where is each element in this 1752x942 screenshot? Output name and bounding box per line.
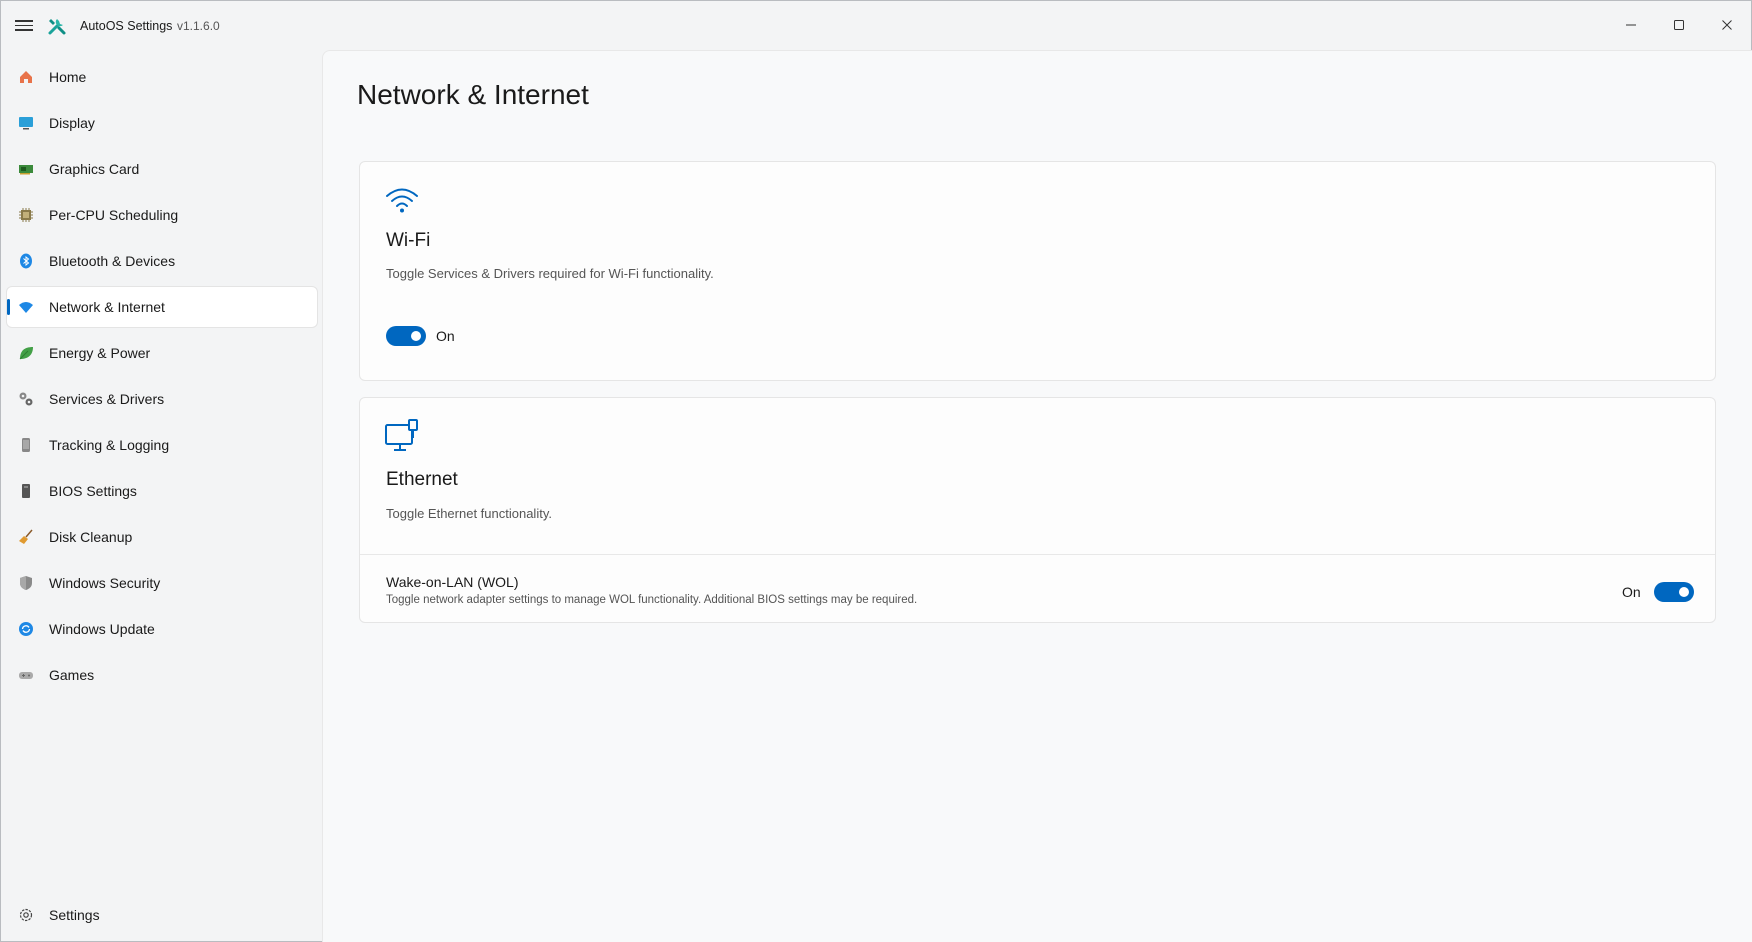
update-icon <box>19 622 33 636</box>
sidebar-item-services-drivers[interactable]: Services & Drivers <box>7 379 317 419</box>
graphics-card-icon <box>19 165 33 175</box>
sidebar-item-label: Disk Cleanup <box>49 529 133 545</box>
divider <box>360 554 1715 555</box>
app-logo-icon <box>48 19 66 35</box>
sidebar-item-label: Graphics Card <box>49 161 140 177</box>
sidebar-item-label: Windows Update <box>49 621 155 637</box>
page-title: Network & Internet <box>357 79 589 110</box>
app-title: AutoOS Settings <box>80 19 173 33</box>
bios-icon <box>22 484 30 498</box>
sidebar-item-settings[interactable]: Settings <box>7 895 317 935</box>
wifi-toggle[interactable] <box>386 326 426 346</box>
hamburger-menu-icon[interactable] <box>15 17 33 35</box>
wifi-icon <box>386 188 418 213</box>
sidebar-item-per-cpu-scheduling[interactable]: Per-CPU Scheduling <box>7 195 317 235</box>
shield-icon <box>20 576 32 590</box>
sidebar: Home Display Graphics Card Per-CPU Sched… <box>1 51 321 942</box>
ethernet-card: Ethernet Toggle Ethernet functionality. … <box>359 397 1716 623</box>
sidebar-item-label: Per-CPU Scheduling <box>49 207 179 223</box>
ethernet-icon <box>385 419 418 451</box>
sidebar-item-label: BIOS Settings <box>49 483 137 499</box>
close-button[interactable] <box>1703 1 1751 49</box>
sidebar-item-label: Energy & Power <box>49 345 151 361</box>
ethernet-description: Toggle Ethernet functionality. <box>386 506 552 521</box>
wol-title: Wake-on-LAN (WOL) <box>386 574 519 590</box>
sidebar-item-home[interactable]: Home <box>7 57 317 97</box>
minimize-button[interactable] <box>1607 1 1655 49</box>
app-version: v1.1.6.0 <box>177 19 220 33</box>
sidebar-item-disk-cleanup[interactable]: Disk Cleanup <box>7 517 317 557</box>
wifi-title: Wi-Fi <box>386 230 431 251</box>
sidebar-item-bios-settings[interactable]: BIOS Settings <box>7 471 317 511</box>
close-icon <box>1722 20 1732 30</box>
wifi-card: Wi-Fi Toggle Services & Drivers required… <box>359 161 1716 381</box>
wifi-description: Toggle Services & Drivers required for W… <box>386 266 714 281</box>
maximize-icon <box>1674 20 1684 30</box>
tracking-icon <box>22 438 30 452</box>
wol-toggle[interactable] <box>1654 582 1694 602</box>
wifi-toggle-state: On <box>436 328 455 344</box>
app-window: AutoOS Settings v1.1.6.0 Home Display Gr… <box>0 0 1752 942</box>
sidebar-item-windows-update[interactable]: Windows Update <box>7 609 317 649</box>
sidebar-item-label: Settings <box>49 907 100 923</box>
minimize-icon <box>1626 24 1636 26</box>
title-bar: AutoOS Settings v1.1.6.0 <box>1 1 1751 51</box>
bluetooth-icon <box>20 253 32 269</box>
sidebar-item-graphics-card[interactable]: Graphics Card <box>7 149 317 189</box>
gears-icon <box>19 392 33 406</box>
leaf-icon <box>19 347 33 360</box>
main-content: Network & Internet Wi-Fi Toggle Services… <box>322 50 1752 942</box>
sidebar-item-display[interactable]: Display <box>7 103 317 143</box>
maximize-button[interactable] <box>1655 1 1703 49</box>
wol-description: Toggle network adapter settings to manag… <box>386 594 918 606</box>
sidebar-item-label: Windows Security <box>49 575 161 591</box>
sidebar-item-label: Home <box>49 69 87 85</box>
broom-icon <box>19 529 33 544</box>
wifi-icon <box>19 302 33 313</box>
sidebar-item-energy-power[interactable]: Energy & Power <box>7 333 317 373</box>
sidebar-item-label: Bluetooth & Devices <box>49 253 176 269</box>
home-icon <box>20 71 32 83</box>
sidebar-item-network-internet[interactable]: Network & Internet <box>7 287 317 327</box>
sidebar-item-tracking-logging[interactable]: Tracking & Logging <box>7 425 317 465</box>
toggle-knob <box>1679 587 1689 597</box>
sidebar-item-bluetooth-devices[interactable]: Bluetooth & Devices <box>7 241 317 281</box>
sidebar-item-label: Services & Drivers <box>49 391 165 407</box>
sidebar-item-label: Tracking & Logging <box>49 437 170 453</box>
toggle-knob <box>411 331 421 341</box>
sidebar-item-label: Display <box>49 115 95 131</box>
sidebar-item-windows-security[interactable]: Windows Security <box>7 563 317 603</box>
sidebar-item-games[interactable]: Games <box>7 655 317 695</box>
sidebar-item-label: Games <box>49 667 95 683</box>
ethernet-title: Ethernet <box>386 469 458 490</box>
gamepad-icon <box>19 672 33 679</box>
display-icon <box>19 117 33 130</box>
wol-toggle-state: On <box>1622 584 1641 600</box>
gear-icon <box>19 908 33 922</box>
cpu-icon <box>19 208 33 222</box>
sidebar-item-label: Network & Internet <box>49 299 165 315</box>
